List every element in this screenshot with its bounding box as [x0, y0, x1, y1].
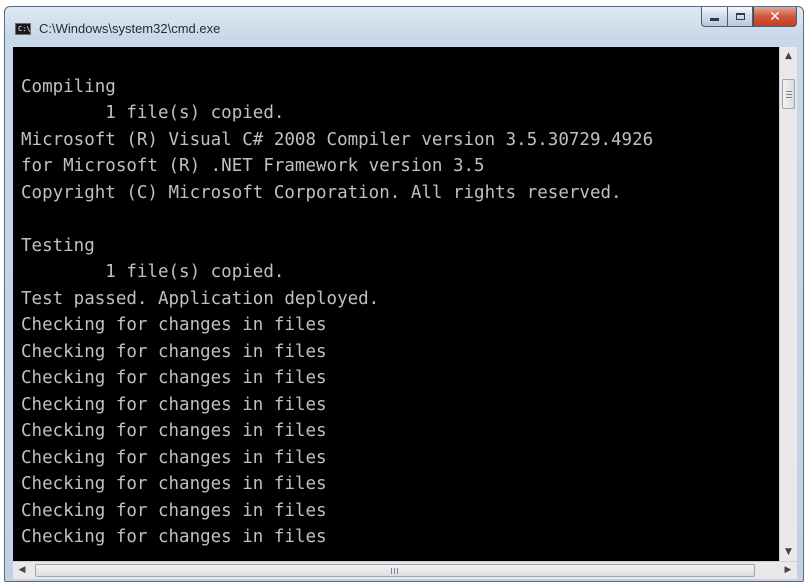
scroll-up-arrow-icon[interactable]: ▲	[780, 47, 797, 65]
console-line: Checking for changes in files	[21, 341, 327, 362]
console-line: for Microsoft (R) .NET Framework version…	[21, 156, 485, 176]
window-title: C:\Windows\system32\cmd.exe	[39, 21, 221, 36]
cmd-icon-text: C:\	[18, 25, 31, 33]
vertical-scroll-thumb[interactable]	[782, 79, 795, 109]
maximize-icon	[735, 13, 745, 20]
console-line: Checking for changes in files	[21, 421, 327, 441]
thumb-grip	[394, 568, 395, 574]
scroll-down-arrow-icon[interactable]: ▼	[780, 543, 797, 561]
console-line: Compiling	[21, 76, 116, 97]
cmd-icon[interactable]: C:\	[15, 23, 31, 35]
console-line: Checking for changes in files	[21, 394, 327, 415]
thumb-grip	[391, 568, 392, 574]
minimize-button[interactable]	[701, 7, 727, 27]
window-controls: ✕	[701, 7, 797, 29]
console-line: Checking for changes in files	[21, 474, 327, 494]
console-line: Checking for changes in files	[21, 368, 327, 388]
title-bar[interactable]: C:\ C:\Windows\system32\cmd.exe ✕	[5, 7, 803, 47]
console-line: Checking for changes in files	[21, 315, 327, 335]
vertical-scrollbar[interactable]: ▲ ▼	[779, 47, 797, 561]
scroll-left-arrow-icon[interactable]: ◀	[13, 562, 31, 579]
thumb-grip	[786, 91, 792, 92]
scroll-right-arrow-icon[interactable]: ▶	[779, 562, 797, 579]
console-line: Checking for changes in files	[21, 447, 327, 468]
thumb-grip	[786, 97, 792, 98]
console-line: 1 file(s) copied.	[21, 103, 285, 123]
console-line: Testing	[21, 235, 95, 256]
maximize-button[interactable]	[727, 7, 753, 27]
console-line: Microsoft (R) Visual C# 2008 Compiler ve…	[21, 129, 654, 150]
horizontal-scroll-thumb[interactable]	[35, 564, 755, 577]
horizontal-scrollbar[interactable]: ◀ ▶	[13, 561, 797, 579]
thumb-grip	[397, 568, 398, 574]
console-line: Test passed. Application deployed.	[21, 288, 380, 309]
console-window: C:\ C:\Windows\system32\cmd.exe ✕ Compil…	[4, 6, 804, 582]
close-button[interactable]: ✕	[753, 7, 797, 27]
thumb-grip	[786, 94, 792, 95]
console-line: Checking for changes in files	[21, 500, 327, 521]
close-icon: ✕	[769, 8, 781, 25]
console-line: 1 file(s) copied.	[21, 262, 285, 282]
console-output[interactable]: Compiling 1 file(s) copied. Microsoft (R)…	[13, 47, 779, 561]
minimize-icon	[710, 18, 719, 21]
console-line: Copyright (C) Microsoft Corporation. All…	[21, 182, 622, 203]
console-line: Checking for changes in files	[21, 527, 327, 547]
